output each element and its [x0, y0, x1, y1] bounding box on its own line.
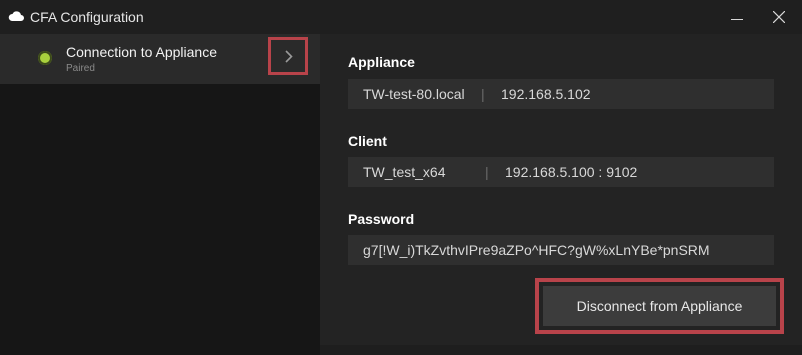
cloud-icon	[8, 11, 24, 21]
field-separator: |	[481, 86, 485, 102]
expand-button[interactable]	[268, 37, 308, 75]
window-title: CFA Configuration	[30, 9, 144, 25]
title-bar: CFA Configuration	[0, 0, 802, 34]
appliance-field: TW-test-80.local | 192.168.5.102	[348, 79, 774, 109]
close-button[interactable]	[756, 0, 802, 34]
minimize-button[interactable]	[714, 0, 760, 34]
client-label: Client	[348, 133, 387, 149]
sidebar-item-title: Connection to Appliance	[66, 44, 217, 60]
password-label: Password	[348, 211, 415, 227]
appliance-hostname: TW-test-80.local	[363, 86, 465, 102]
disconnect-highlight: Disconnect from Appliance	[535, 278, 784, 334]
sidebar-item-connection[interactable]: Connection to Appliance Paired	[0, 34, 320, 84]
client-hostname: TW_test_x64	[363, 164, 446, 180]
password-value: g7[!W_i)TkZvthvIPre9aZPo^HFC?gW%xLnYBe*p…	[363, 242, 710, 258]
minimize-icon	[731, 19, 743, 20]
close-icon	[773, 11, 785, 23]
status-indicator	[38, 51, 52, 65]
field-separator: |	[485, 164, 489, 180]
password-field[interactable]: g7[!W_i)TkZvthvIPre9aZPo^HFC?gW%xLnYBe*p…	[348, 235, 774, 265]
client-address: 192.168.5.100 : 9102	[505, 164, 638, 180]
disconnect-button[interactable]: Disconnect from Appliance	[543, 286, 776, 326]
chevron-right-icon	[285, 50, 293, 63]
sidebar: Connection to Appliance Paired	[0, 34, 320, 355]
appliance-label: Appliance	[348, 54, 415, 70]
client-field: TW_test_x64 | 192.168.5.100 : 9102	[348, 157, 774, 187]
sidebar-item-status: Paired	[66, 63, 95, 74]
appliance-ip: 192.168.5.102	[501, 86, 591, 102]
